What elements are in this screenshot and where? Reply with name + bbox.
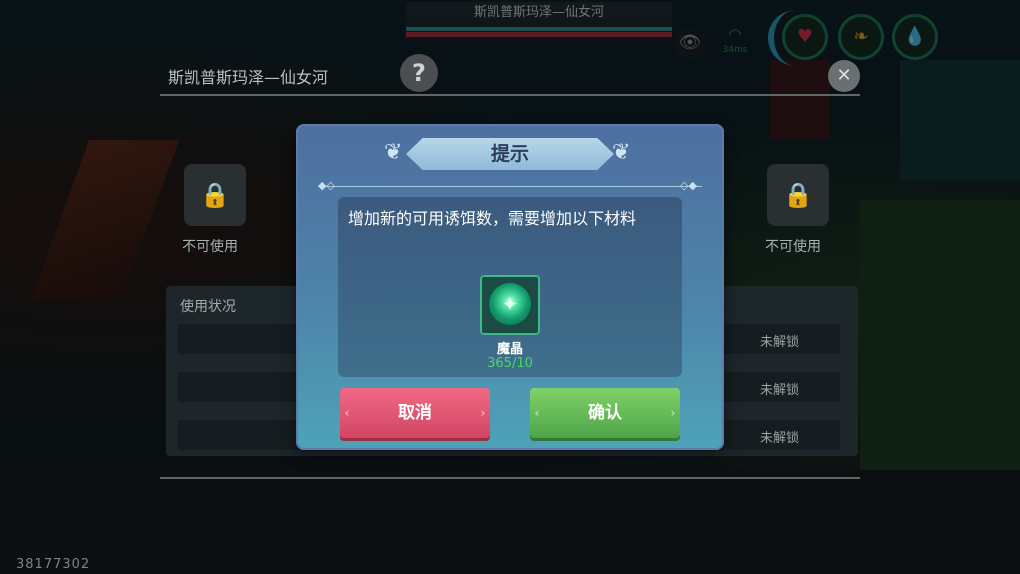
ornament-icon: ◆◇ (318, 179, 335, 192)
lock-icon: 🔒 (767, 164, 829, 226)
material-count: 365/10 (487, 356, 533, 371)
usage-title: 使用状况 (180, 299, 236, 315)
dialog-message: 增加新的可用诱饵数，需要增加以下材料 (348, 209, 637, 228)
divider-top (160, 94, 860, 96)
confirm-label: 确认 (588, 403, 622, 423)
slot-label-left: 不可使用 (182, 239, 238, 255)
material-name: 魔晶 (496, 342, 523, 357)
help-button[interactable]: ? (400, 54, 438, 92)
row-state: 未解锁 (760, 431, 800, 446)
confirm-dialog: ❦ ❦ 提示 ◆◇ ◇◆ 增加新的可用诱饵数，需要增加以下材料 ✦ 魔晶 365… (296, 124, 724, 450)
cancel-label: 取消 (398, 403, 432, 423)
dialog-title: 提示 (490, 143, 529, 165)
ornament-icon: ◇◆ (680, 179, 697, 192)
lock-icon: 🔒 (184, 164, 246, 226)
divider-bottom (160, 477, 860, 479)
dialog-divider (318, 186, 702, 187)
row-state: 未解锁 (760, 383, 800, 398)
confirm-button[interactable]: ‹ 确认 › (530, 388, 680, 438)
ornament-icon: ❦ (384, 140, 403, 165)
close-icon[interactable]: ✕ (828, 60, 860, 92)
slot-label-right: 不可使用 (765, 239, 821, 255)
cancel-button[interactable]: ‹ 取消 › (340, 388, 490, 438)
dialog-content: 增加新的可用诱饵数，需要增加以下材料 ✦ 魔晶 365/10 (338, 197, 682, 377)
row-state: 未解锁 (760, 335, 800, 350)
panel-title: 斯凯普斯玛泽—仙女河 (168, 68, 329, 87)
material-slot[interactable]: ✦ (480, 275, 540, 335)
magic-crystal-icon: ✦ (489, 283, 531, 325)
player-id: 38177302 (16, 557, 91, 572)
ornament-icon: ❦ (612, 140, 631, 165)
